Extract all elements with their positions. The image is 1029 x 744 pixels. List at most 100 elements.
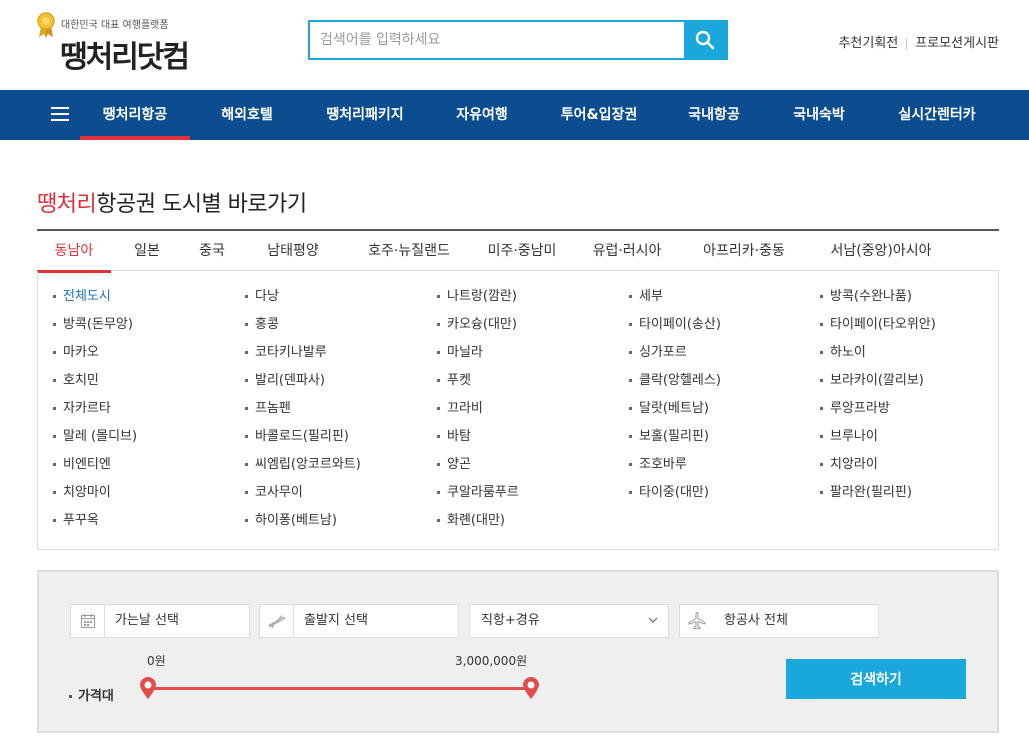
logo-tagline: 대한민국 대표 여행플랫폼: [61, 20, 169, 31]
bullet-icon: [53, 435, 56, 438]
city-link-label: 코타키나발루: [255, 345, 327, 360]
search-input[interactable]: [310, 22, 684, 58]
price-slider-min-handle-icon[interactable]: [138, 676, 158, 700]
city-link[interactable]: 홍콩: [245, 311, 437, 339]
city-link[interactable]: 화롄(대만): [437, 507, 629, 535]
nav-item-domestic-flights[interactable]: 국내항공: [676, 90, 752, 140]
city-link[interactable]: 푸꾸옥: [53, 507, 245, 535]
city-link[interactable]: 나트랑(깜란): [437, 283, 629, 311]
search-button[interactable]: [684, 22, 726, 58]
city-link[interactable]: 다낭: [245, 283, 437, 311]
city-link[interactable]: 쿠알라룸푸르: [437, 479, 629, 507]
city-link-label: 타이중(대만): [639, 485, 709, 500]
bullet-icon: [437, 323, 440, 326]
city-link-label: 발리(덴파사): [255, 373, 325, 388]
city-link[interactable]: 마닐라: [437, 339, 629, 367]
city-link[interactable]: 보홀(필리핀): [629, 423, 820, 451]
bullet-icon: [245, 351, 248, 354]
city-link[interactable]: 푸켓: [437, 367, 629, 395]
city-link[interactable]: 치앙마이: [53, 479, 245, 507]
city-link[interactable]: 코사무이: [245, 479, 437, 507]
city-link[interactable]: 클락(앙헬레스): [629, 367, 820, 395]
nav-item-packages[interactable]: 땡처리패키지: [314, 90, 416, 140]
submit-search-button[interactable]: 검색하기: [786, 659, 966, 699]
route-type-select[interactable]: 직항+경유: [469, 604, 669, 638]
bullet-icon: [437, 491, 440, 494]
city-link[interactable]: 달랏(베트남): [629, 395, 820, 423]
city-link[interactable]: 양곤: [437, 451, 629, 479]
city-link-label: 치앙라이: [830, 457, 878, 472]
nav-item-free-travel[interactable]: 자유여행: [444, 90, 520, 140]
city-link[interactable]: 바콜로드(필리핀): [245, 423, 437, 451]
city-link[interactable]: 루앙프라방: [820, 395, 990, 423]
city-link[interactable]: 말레 (몰디브): [53, 423, 245, 451]
city-link[interactable]: 씨엠립(앙코르와트): [245, 451, 437, 479]
tab-americas[interactable]: 미주·중남미: [477, 231, 567, 271]
nav-item-hotels[interactable]: 해외호텔: [205, 90, 289, 140]
price-slider-track[interactable]: [149, 687, 531, 690]
city-link[interactable]: 코타키나발루: [245, 339, 437, 367]
city-link[interactable]: 호치민: [53, 367, 245, 395]
city-link[interactable]: 보라카이(깔리보): [820, 367, 990, 395]
city-link-label: 코사무이: [255, 485, 303, 500]
departure-select[interactable]: 출발지 선택: [259, 604, 459, 638]
city-link[interactable]: 자카르타: [53, 395, 245, 423]
city-link[interactable]: 하이퐁(베트남): [245, 507, 437, 535]
price-slider-max-handle-icon[interactable]: [521, 676, 541, 700]
city-link[interactable]: 세부: [629, 283, 820, 311]
bullet-icon: [53, 379, 56, 382]
site-logo[interactable]: 대한민국 대표 여행플랫폼 땡처리닷컴: [36, 12, 236, 75]
departure-value: 출발지 선택: [304, 613, 368, 628]
bullet-icon: [820, 295, 823, 298]
city-link-label: 조호바루: [639, 457, 687, 472]
tab-africa-middle-east[interactable]: 아프리카·중동: [694, 231, 794, 271]
city-link[interactable]: 방콕(돈무앙): [53, 311, 245, 339]
city-link[interactable]: 타이페이(타오위안): [820, 311, 990, 339]
bullet-icon: [629, 351, 632, 354]
city-link-label: 푸켓: [447, 373, 471, 388]
city-link[interactable]: 방콕(수완나품): [820, 283, 990, 311]
bullet-icon: [437, 463, 440, 466]
city-link[interactable]: 브루나이: [820, 423, 990, 451]
tab-central-asia[interactable]: 서남(중앙)아시아: [817, 231, 945, 271]
nav-item-flights[interactable]: 땡처리항공: [80, 90, 190, 140]
city-link[interactable]: 비엔티엔: [53, 451, 245, 479]
tab-south-pacific[interactable]: 남태평양: [255, 231, 331, 271]
bullet-icon: [53, 491, 56, 494]
link-promotion-board[interactable]: 프로모션게시판: [915, 36, 999, 51]
city-link[interactable]: 끄라비: [437, 395, 629, 423]
city-link[interactable]: 하노이: [820, 339, 990, 367]
tab-china[interactable]: 중국: [190, 231, 234, 271]
nav-item-domestic-stay[interactable]: 국내숙박: [781, 90, 857, 140]
bullet-icon: [53, 463, 56, 466]
city-link[interactable]: 마카오: [53, 339, 245, 367]
hamburger-menu-icon[interactable]: [51, 107, 69, 123]
tab-australia-nz[interactable]: 호주·뉴질랜드: [351, 231, 467, 271]
bullet-icon: [820, 435, 823, 438]
city-link[interactable]: 타이중(대만): [629, 479, 820, 507]
city-link[interactable]: 타이페이(송산): [629, 311, 820, 339]
city-link[interactable]: 치앙라이: [820, 451, 990, 479]
city-link[interactable]: 조호바루: [629, 451, 820, 479]
tab-japan[interactable]: 일본: [125, 231, 169, 271]
city-link[interactable]: 발리(덴파사): [245, 367, 437, 395]
city-link-label: 전체도시: [63, 289, 111, 304]
bullet-icon: [245, 407, 248, 410]
city-link[interactable]: 전체도시: [53, 283, 245, 311]
city-link[interactable]: 프놈펜: [245, 395, 437, 423]
price-max-label: 3,000,000원: [455, 654, 528, 668]
nav-item-rentcar[interactable]: 실시간렌터카: [887, 90, 987, 140]
link-recommended[interactable]: 추천기획전: [838, 36, 898, 51]
city-link[interactable]: 바탐: [437, 423, 629, 451]
nav-item-tours[interactable]: 투어&입장권: [551, 90, 647, 140]
city-link[interactable]: 싱가포르: [629, 339, 820, 367]
header: 대한민국 대표 여행플랫폼 땡처리닷컴 추천기획전 프로모션게시판: [0, 0, 1029, 90]
city-link[interactable]: 팔라완(필리핀): [820, 479, 990, 507]
tab-europe-russia[interactable]: 유럽·러시아: [585, 231, 669, 271]
airline-select[interactable]: 항공사 전체: [679, 604, 879, 638]
tab-southeast-asia[interactable]: 동남아: [37, 231, 111, 273]
bullet-icon: [53, 519, 56, 522]
chevron-down-icon: [648, 617, 658, 623]
date-picker[interactable]: 가는날 선택: [70, 604, 250, 638]
city-link[interactable]: 카오슝(대만): [437, 311, 629, 339]
